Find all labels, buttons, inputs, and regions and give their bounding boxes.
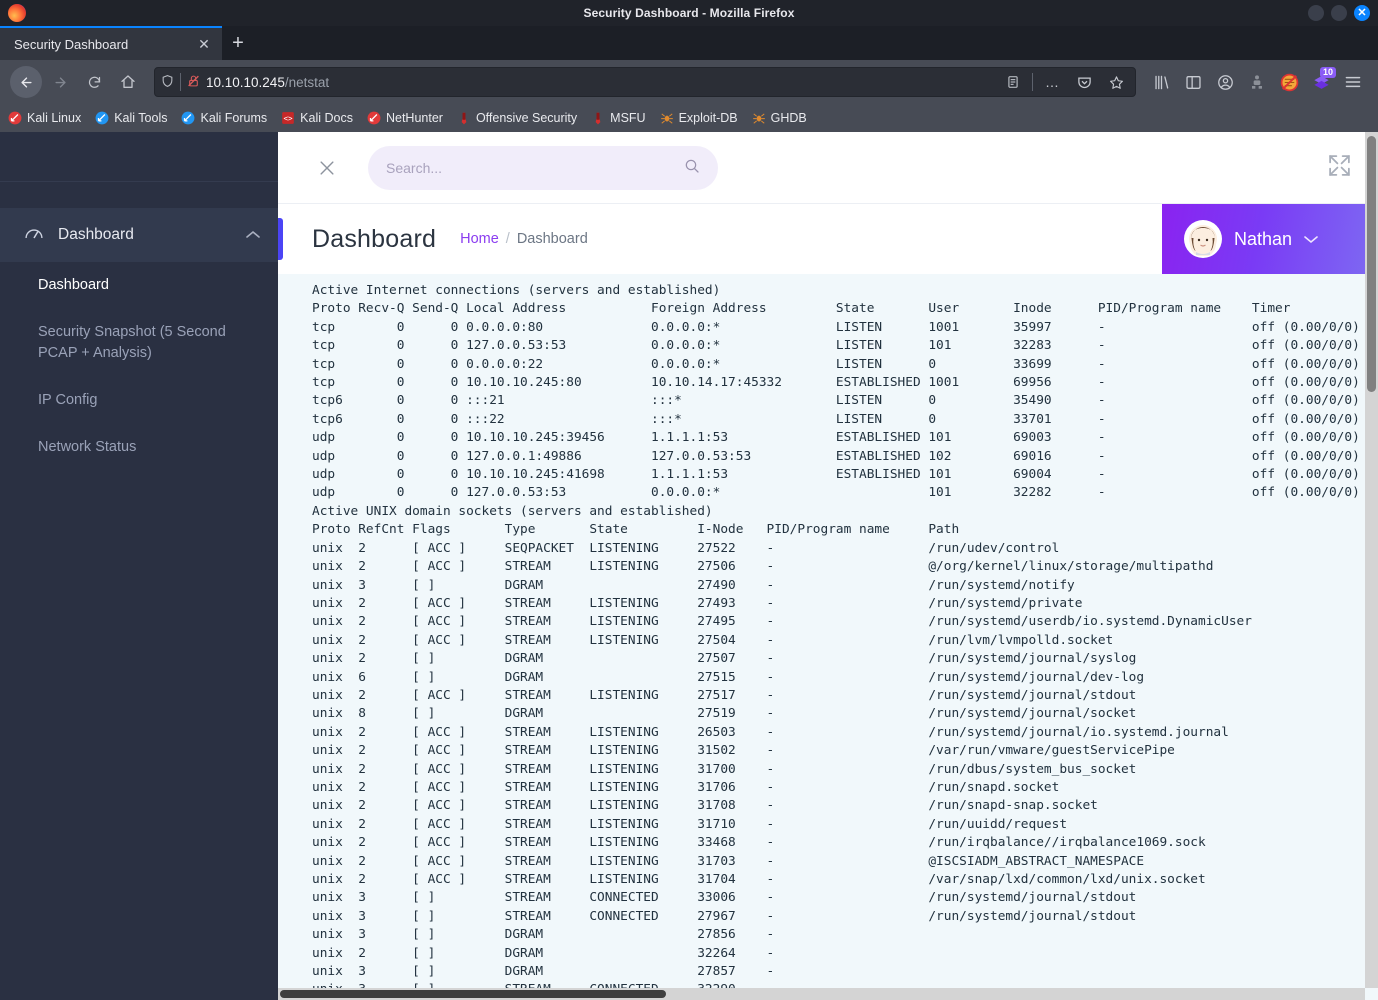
close-button[interactable]: ✕ (1354, 5, 1370, 21)
breadcrumb: Home / Dashboard (460, 231, 588, 247)
extension-badge-count: 10 (1319, 67, 1336, 78)
hamburger-menu-icon[interactable] (1338, 67, 1368, 97)
netstat-output-pane: Active Internet connections (servers and… (278, 274, 1378, 1000)
toolbar-icons: 10 (1146, 67, 1368, 97)
noscript-icon[interactable] (1274, 67, 1304, 97)
pocket-icon[interactable] (1071, 69, 1097, 95)
bookmarks-toolbar: Kali Linux Kali Tools Kali Forums <> Kal… (0, 104, 1378, 132)
back-button[interactable] (10, 66, 42, 98)
sidebar-item-dashboard[interactable]: Dashboard (0, 262, 278, 309)
bookmark-label: MSFU (610, 111, 646, 125)
url-divider-2 (1032, 73, 1033, 91)
account-icon[interactable] (1210, 67, 1240, 97)
sidebar-group-dashboard[interactable]: Dashboard (0, 208, 278, 262)
search-icon[interactable] (684, 158, 700, 178)
bookmark-kali-linux[interactable]: Kali Linux (8, 111, 81, 125)
chevron-down-icon[interactable] (1304, 232, 1318, 247)
app-sidebar: Dashboard Dashboard Security Snapshot (5… (0, 132, 278, 1000)
horizontal-scrollbar-thumb[interactable] (280, 990, 666, 998)
bookmark-nethunter[interactable]: NetHunter (367, 111, 443, 125)
chevron-up-icon[interactable] (246, 228, 260, 242)
dashboard-gauge-icon (24, 225, 44, 246)
url-text[interactable]: 10.10.10.245/netstat (206, 75, 994, 90)
bookmark-offensive-security[interactable]: Offensive Security (457, 111, 577, 125)
window-title: Security Dashboard - Mozilla Firefox (583, 6, 795, 20)
new-tab-button[interactable]: + (222, 26, 254, 60)
svg-text:<>: <> (284, 114, 294, 123)
page-header: Dashboard Home / Dashboard Nathan (278, 204, 1378, 274)
bookmark-msfu[interactable]: MSFU (591, 111, 646, 125)
netstat-output-text: Active Internet connections (servers and… (312, 283, 1360, 997)
navigation-toolbar: 10.10.10.245/netstat … 10 (0, 60, 1378, 104)
url-divider (180, 73, 181, 91)
bookmark-label: Kali Docs (300, 111, 353, 125)
bookmark-kali-tools[interactable]: Kali Tools (95, 111, 167, 125)
accent-bar (278, 218, 283, 260)
bookmark-exploit-db[interactable]: Exploit-DB (660, 111, 738, 125)
sidebar-item-network-status[interactable]: Network Status (0, 424, 278, 471)
browser-tab[interactable]: Security Dashboard ✕ (0, 26, 222, 60)
vertical-scrollbar-thumb[interactable] (1367, 136, 1376, 392)
bookmark-label: Exploit-DB (678, 111, 738, 125)
page-viewport: Dashboard Dashboard Security Snapshot (5… (0, 132, 1378, 1000)
fullscreen-expand-icon[interactable] (1327, 153, 1352, 183)
bookmark-label: NetHunter (385, 111, 443, 125)
profile-name: Nathan (1234, 228, 1293, 249)
library-icon[interactable] (1146, 67, 1176, 97)
user-profile-menu[interactable]: Nathan (1162, 204, 1378, 274)
search-input[interactable] (386, 159, 684, 176)
bookmark-label: GHDB (770, 111, 807, 125)
home-button[interactable] (112, 66, 144, 98)
bookmark-label: Offensive Security (475, 111, 578, 125)
main-content: Dashboard Home / Dashboard (278, 132, 1378, 1000)
sidebar-icon[interactable] (1178, 67, 1208, 97)
tab-title: Security Dashboard (14, 36, 129, 52)
sidebar-brand-area (0, 132, 278, 182)
breadcrumb-separator: / (505, 231, 510, 247)
forward-button[interactable] (44, 66, 76, 98)
page-title: Dashboard (312, 224, 437, 253)
window-titlebar: Security Dashboard - Mozilla Firefox ✕ (0, 0, 1378, 26)
vertical-scrollbar[interactable] (1365, 132, 1378, 988)
avatar (1184, 220, 1222, 258)
search-box[interactable] (368, 145, 718, 190)
close-icon[interactable] (312, 153, 342, 183)
app-topbar (278, 132, 1378, 204)
bookmark-star-icon[interactable] (1103, 69, 1129, 95)
bookmark-label: Kali Linux (27, 111, 82, 125)
tab-close-icon[interactable]: ✕ (194, 34, 214, 54)
bookmark-ghdb[interactable]: GHDB (752, 111, 807, 125)
sidebar-item-security-snapshot[interactable]: Security Snapshot (5 Second PCAP + Analy… (0, 309, 250, 377)
bookmark-kali-docs[interactable]: <> Kali Docs (281, 111, 353, 125)
sidebar-group-label: Dashboard (58, 226, 134, 243)
breadcrumb-home-link[interactable]: Home (460, 231, 499, 247)
bookmark-label: Kali Tools (114, 111, 168, 125)
lock-slash-icon[interactable] (187, 74, 200, 91)
container-tabs-icon[interactable] (1242, 67, 1272, 97)
shield-icon[interactable] (161, 74, 174, 91)
horizontal-scrollbar[interactable] (278, 988, 1365, 1000)
reader-view-icon[interactable] (1000, 69, 1026, 95)
maximize-button[interactable] (1331, 5, 1347, 21)
reload-button[interactable] (78, 66, 110, 98)
page-header-left: Dashboard Home / Dashboard (278, 204, 1162, 274)
tab-strip: Security Dashboard ✕ + (0, 26, 1378, 60)
url-bar[interactable]: 10.10.10.245/netstat … (154, 67, 1136, 97)
extension-icon[interactable]: 10 (1306, 67, 1336, 97)
window-controls: ✕ (1308, 5, 1370, 21)
sidebar-item-ip-config[interactable]: IP Config (0, 377, 278, 424)
page-actions-more-icon[interactable]: … (1039, 69, 1065, 95)
bookmark-kali-forums[interactable]: Kali Forums (181, 111, 267, 125)
bookmark-label: Kali Forums (200, 111, 268, 125)
breadcrumb-current: Dashboard (516, 231, 588, 247)
minimize-button[interactable] (1308, 5, 1324, 21)
